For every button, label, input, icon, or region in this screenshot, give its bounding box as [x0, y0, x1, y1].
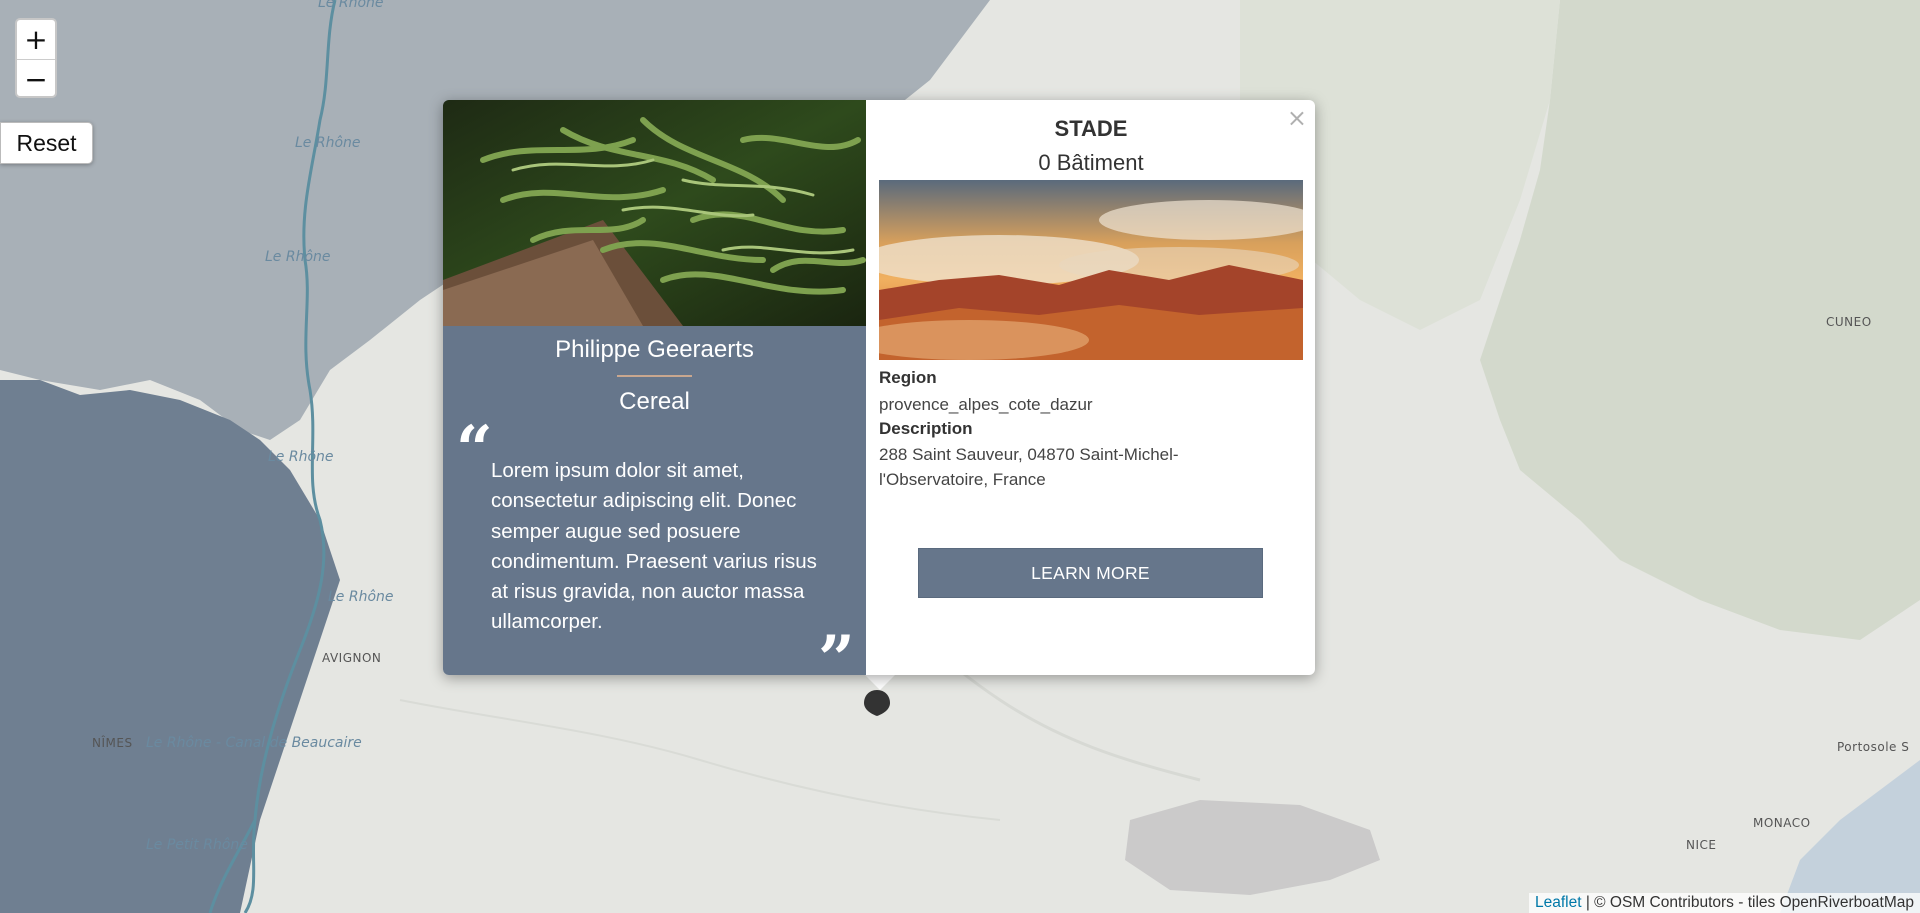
- map-label-river: Le Rhône: [268, 449, 334, 465]
- close-icon[interactable]: ×: [1287, 104, 1307, 132]
- quote-close-icon: ”: [818, 622, 855, 676]
- map-attribution: Leaflet | © OSM Contributors - tiles Ope…: [1528, 893, 1920, 913]
- sunset-mountains-photo: [879, 180, 1303, 360]
- green-beans-photo: [443, 100, 866, 326]
- region-label: Region: [879, 368, 937, 387]
- description-label: Description: [879, 419, 973, 438]
- region-value: provence_alpes_cote_dazur: [879, 395, 1093, 414]
- map-label-city: AVIGNON: [322, 651, 382, 665]
- description-value: 288 Saint Sauveur, 04870 Saint-Michel-l'…: [879, 445, 1179, 489]
- zoom-control: + −: [15, 18, 57, 98]
- map-label-city: CUNEO: [1826, 315, 1872, 329]
- map-label-river: Le Rhône: [295, 135, 361, 151]
- zoom-in-button[interactable]: +: [17, 20, 55, 60]
- map-label-city: NÎMES: [92, 736, 133, 750]
- testimonial-name: Philippe Geeraerts: [555, 336, 754, 363]
- learn-more-button[interactable]: LEARN MORE: [918, 548, 1263, 598]
- popup-title: STADE: [1054, 116, 1128, 141]
- map-label-river: Le Petit Rhône: [146, 837, 248, 853]
- map-popup: Philippe Geeraerts Cereal “ Lorem ipsum …: [443, 100, 1315, 675]
- map-label-city: MONACO: [1753, 816, 1811, 830]
- map-label-river: Le Rhône: [318, 0, 384, 11]
- popup-subtitle: 0 Bâtiment: [1038, 150, 1144, 175]
- testimonial-quote: Lorem ipsum dolor sit amet, consectetur …: [491, 459, 817, 634]
- map-label-city: Portosole S: [1837, 740, 1910, 754]
- attribution-text: | © OSM Contributors - tiles OpenRiverbo…: [1581, 894, 1914, 911]
- map-label-river: Le Rhône: [265, 249, 331, 265]
- map-label-river: Le Rhône: [328, 589, 394, 605]
- testimonial-panel: Philippe Geeraerts Cereal “ Lorem ipsum …: [443, 100, 866, 675]
- zoom-out-button[interactable]: −: [17, 60, 55, 96]
- details-panel: STADE 0 Bâtiment Region provence_alpes_c…: [879, 100, 1303, 675]
- leaflet-link[interactable]: Leaflet: [1535, 894, 1582, 912]
- map-label-city: NICE: [1686, 838, 1717, 852]
- map-label-canal: Le Rhône - Canal de Beaucaire: [146, 735, 362, 751]
- reset-button[interactable]: Reset: [0, 122, 93, 164]
- quote-open-icon: “: [456, 412, 493, 487]
- divider: [617, 375, 692, 377]
- testimonial-role: Cereal: [619, 388, 690, 415]
- popup-tip: [864, 674, 896, 690]
